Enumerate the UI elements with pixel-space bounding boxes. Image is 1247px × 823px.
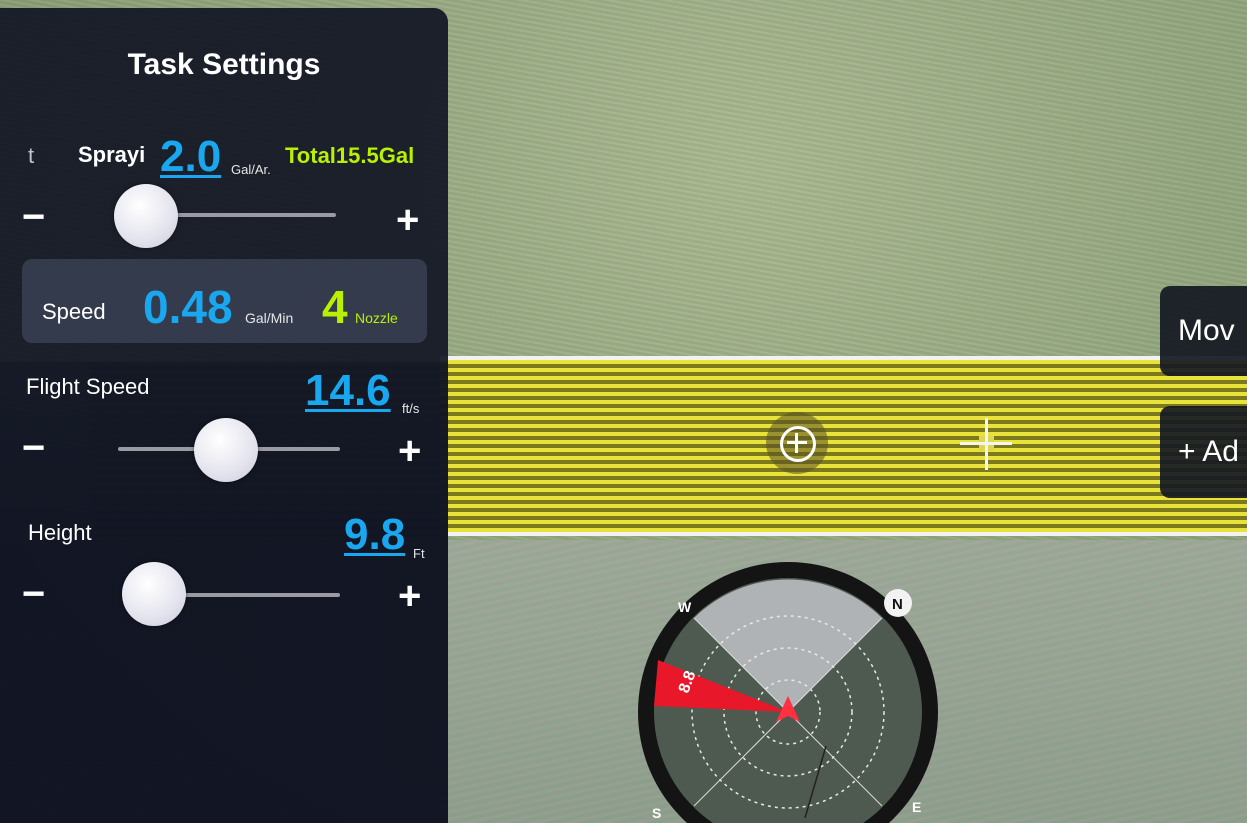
flight-speed-label: Flight Speed (26, 374, 150, 399)
spray-total: Total15.5Gal (285, 143, 415, 168)
nozzle-count: 4 (322, 281, 348, 333)
flight-speed-unit: ft/s (402, 401, 420, 416)
spraying-minus-button[interactable]: − (22, 197, 45, 237)
flow-value: 0.48 (143, 281, 233, 333)
flow-unit: Gal/Min (245, 310, 294, 326)
add-button[interactable]: + Ad (1160, 406, 1247, 498)
spraying-plus-button[interactable]: + (396, 200, 419, 240)
move-button[interactable]: Mov (1160, 286, 1247, 376)
spray-route-lines (440, 356, 1247, 536)
spraying-value[interactable]: 2.0 (160, 132, 221, 182)
compass-north: N (892, 596, 903, 613)
move-button-label: Mov (1178, 314, 1235, 347)
height-unit: Ft (413, 546, 425, 561)
panel-title: Task Settings (127, 48, 321, 81)
height-plus-button[interactable]: + (398, 576, 421, 616)
flight-speed-slider-knob[interactable] (194, 418, 258, 482)
compass-south: S (652, 805, 661, 821)
height-label: Height (28, 520, 92, 545)
flight-speed-value[interactable]: 14.6 (305, 366, 391, 416)
spraying-label: Sprayi (78, 142, 146, 167)
speed-label: Speed (42, 299, 106, 324)
height-value[interactable]: 9.8 (344, 510, 405, 560)
spraying-slider-knob[interactable] (114, 184, 178, 248)
compass-radar: 8.8 N W S E (638, 562, 938, 823)
compass-west: W (678, 599, 692, 615)
add-button-label: + Ad (1178, 435, 1239, 468)
height-slider-knob[interactable] (122, 562, 186, 626)
spraying-unit: Gal/Ar. (231, 162, 271, 177)
height-minus-button[interactable]: − (22, 574, 45, 614)
spraying-prefix: t (28, 143, 35, 168)
nozzle-label: Nozzle (355, 310, 398, 326)
flight-speed-plus-button[interactable]: + (398, 431, 421, 471)
compass-east: E (912, 799, 921, 815)
flight-speed-minus-button[interactable]: − (22, 428, 45, 468)
center-target-icon[interactable] (766, 412, 828, 474)
